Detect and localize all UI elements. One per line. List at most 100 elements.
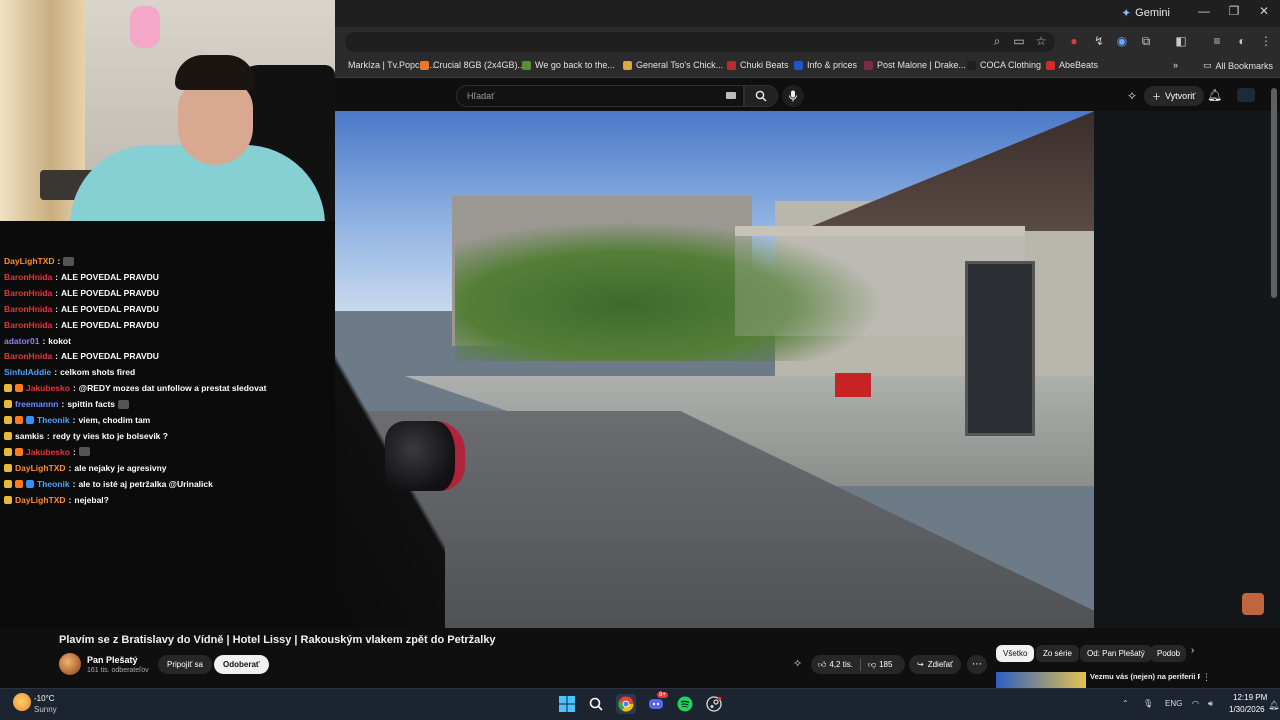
weather-condition[interactable]: Sunny [34, 705, 57, 714]
browser-menu-icon[interactable]: ⋮ [1257, 34, 1275, 48]
subscribe-button[interactable]: Odoberať [214, 655, 269, 674]
chat-badge-icon [4, 479, 12, 488]
like-button[interactable]: 👍︎ 4,2 tis. [811, 655, 860, 674]
notifications-bell-icon[interactable]: 🔔︎ [1207, 88, 1222, 102]
video-frame-car-mirror [385, 421, 465, 491]
recommended-video-title[interactable]: Vezmu vás (nejen) na periferii Paříže | … [1090, 672, 1200, 681]
chat-username[interactable]: BaronHnida [4, 320, 52, 330]
windows-start-icon[interactable] [557, 694, 577, 714]
bookmark-favicon [1046, 60, 1055, 70]
language-indicator[interactable]: ENG [1165, 699, 1182, 708]
channel-avatar[interactable] [59, 653, 81, 675]
bookmark-item[interactable]: Chuki Beats [727, 60, 789, 70]
volume-icon[interactable]: 🔊︎ [1208, 699, 1213, 709]
chat-separator: : [68, 462, 72, 473]
recommended-video-menu-icon[interactable]: ⋮ [1202, 672, 1211, 683]
chat-separator: : [72, 383, 76, 394]
extension-icon[interactable]: ↯ [1090, 34, 1108, 48]
side-panel [1094, 111, 1280, 628]
chat-username[interactable]: DayLighTXD [4, 256, 55, 266]
ai-sparkle-icon[interactable]: ✧ [1127, 89, 1137, 103]
chip-all[interactable]: Všetko [996, 645, 1035, 662]
notification-bell-icon[interactable]: 🔔︎ [1268, 700, 1279, 711]
channel-name[interactable]: Pan Plešatý [87, 655, 138, 665]
voice-search-button[interactable] [782, 85, 804, 107]
bookmark-item[interactable]: COCA Clothing [967, 60, 1041, 70]
chat-username[interactable]: Jakubesko [26, 383, 70, 393]
chat-username[interactable]: BaronHnida [4, 288, 52, 298]
tray-mic-icon[interactable]: 🎙︎ [1143, 699, 1153, 708]
bookmark-star-icon[interactable]: ☆ [1032, 34, 1050, 48]
zoom-icon[interactable]: ⌕ [988, 34, 1006, 49]
keyboard-icon[interactable] [726, 92, 736, 99]
more-actions-button[interactable]: ⋯ [967, 655, 987, 674]
chat-username[interactable]: Theonik [37, 479, 70, 489]
search-input[interactable]: Hľadať [456, 85, 744, 107]
weather-temperature[interactable]: -10°C [34, 694, 55, 703]
minimize-button[interactable]: — [1190, 4, 1218, 18]
chat-separator: : [72, 478, 76, 489]
chat-username[interactable]: SinfulAddie [4, 367, 51, 377]
spotify-taskbar-icon[interactable] [675, 694, 695, 714]
chat-username[interactable]: BaronHnida [4, 304, 52, 314]
page-scrollbar[interactable] [1271, 88, 1277, 298]
weather-sun-icon[interactable] [13, 693, 31, 711]
chat-username[interactable]: freemannn [15, 399, 58, 409]
chat-text: spittin facts [67, 399, 116, 410]
chrome-taskbar-icon[interactable] [616, 694, 636, 714]
tab-search-icon[interactable]: ≡ [1208, 34, 1226, 48]
chat-username[interactable]: Jakubesko [26, 447, 70, 457]
side-panel-icon[interactable]: ◧ [1172, 34, 1190, 48]
bookmark-item[interactable]: General Tso's Chick... [623, 60, 723, 70]
bookmark-item[interactable]: We go back to the... [522, 60, 615, 70]
chip-similar[interactable]: Podob [1150, 645, 1186, 662]
chip-series[interactable]: Zo série [1036, 645, 1079, 662]
extension-red-icon[interactable]: ● [1065, 34, 1083, 48]
chat-username[interactable]: adator01 [4, 336, 39, 346]
chip-from-channel[interactable]: Od: Pan Plešatý [1080, 645, 1152, 662]
taskbar-search-icon[interactable] [586, 694, 606, 714]
close-button[interactable]: ✕ [1250, 4, 1278, 18]
clock-time[interactable]: 12:19 PM [1233, 693, 1267, 702]
dislike-button[interactable]: 👎︎ 185 [861, 655, 899, 674]
chat-username[interactable]: samkis [15, 431, 44, 441]
tray-overflow-icon[interactable]: ⌃ [1122, 699, 1129, 708]
ask-ai-icon[interactable]: ✧ [793, 657, 802, 670]
bookmark-favicon [864, 60, 873, 70]
chat-badge-icon [26, 479, 34, 488]
bookmark-item[interactable]: Post Malone | Drake... [864, 60, 966, 70]
extension-blue-icon[interactable]: ◉ [1113, 34, 1131, 48]
overlay-avatar [1242, 593, 1264, 615]
share-button[interactable]: ↪ Zdieľať [909, 655, 962, 674]
chat-text: ALE POVEDAL PRAVDU [61, 319, 159, 330]
join-button[interactable]: Pripojiť sa [158, 655, 212, 674]
address-bar[interactable] [345, 32, 1055, 52]
chat-username[interactable]: Theonik [37, 415, 70, 425]
chat-text: ale nejaky je agresivny [74, 462, 167, 473]
gemini-button[interactable]: ✦ Gemini [1121, 6, 1170, 20]
chat-username[interactable]: BaronHnida [4, 272, 52, 282]
chat-username[interactable]: DayLighTXD [15, 495, 66, 505]
like-count: 4,2 tis. [829, 660, 853, 669]
cast-icon[interactable]: ▭ [1010, 34, 1028, 48]
chat-text: ALE POVEDAL PRAVDU [61, 303, 159, 314]
maximize-button[interactable]: ❐ [1220, 4, 1248, 18]
bookmark-item[interactable]: Crucial 8GB (2x4GB)... [420, 60, 525, 70]
chips-next-button[interactable]: › [1191, 645, 1194, 656]
wifi-icon[interactable]: ◠ [1192, 699, 1199, 708]
chat-username[interactable]: DayLighTXD [15, 463, 66, 473]
chat-username[interactable]: BaronHnida [4, 351, 52, 361]
recommended-video-thumbnail[interactable] [996, 672, 1086, 688]
search-button[interactable] [744, 85, 778, 107]
chat-text: ale to isté aj petržalka @Urinalick [78, 478, 213, 489]
bookmark-item[interactable]: Info & prices [794, 60, 857, 70]
extensions-puzzle-icon[interactable]: ⧉ [1137, 34, 1155, 49]
steam-taskbar-icon[interactable] [704, 694, 724, 714]
all-bookmarks-button[interactable]: ▭ All Bookmarks [1203, 60, 1273, 71]
bookmark-item[interactable]: AbeBeats [1046, 60, 1098, 70]
clock-date[interactable]: 1/30/2026 [1229, 705, 1265, 714]
create-button[interactable]: ＋ Vytvoriť [1144, 86, 1204, 106]
account-avatar[interactable] [1237, 88, 1255, 102]
profile-avatar-icon[interactable]: ◐ [1233, 34, 1251, 48]
bookmarks-overflow-button[interactable]: » [1173, 60, 1178, 70]
